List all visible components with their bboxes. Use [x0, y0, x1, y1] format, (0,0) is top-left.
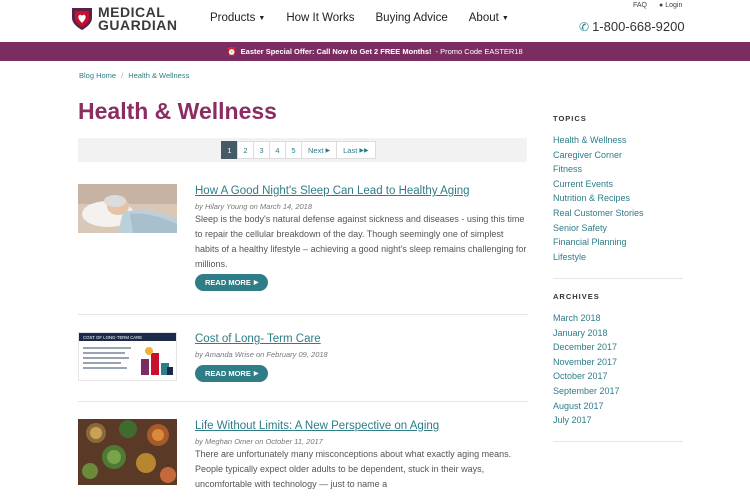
infographic-image: COST OF LONG-TERM CARE [79, 333, 176, 375]
next-label: Next [308, 145, 324, 155]
page-1-button[interactable]: 1 [221, 141, 238, 159]
topic-link[interactable]: Senior Safety [553, 221, 644, 236]
breadcrumb: Blog Home / Health & Wellness [79, 71, 189, 80]
login-link[interactable]: ● Login [659, 2, 682, 9]
post-item: How A Good Night's Sleep Can Lead to Hea… [78, 184, 528, 294]
nav-about-label: About [468, 12, 499, 24]
login-label: Login [665, 2, 683, 9]
archive-link[interactable]: October 2017 [553, 369, 620, 384]
topic-link[interactable]: Real Customer Stories [553, 206, 644, 221]
post-divider [78, 401, 528, 402]
last-label: Last [343, 145, 358, 155]
caret-down-icon: ▼ [258, 15, 266, 22]
topic-link[interactable]: Caregiver Corner [553, 148, 644, 163]
topic-link[interactable]: Current Events [553, 177, 644, 192]
post-title-link[interactable]: How A Good Night's Sleep Can Lead to Hea… [195, 184, 528, 198]
nav-about[interactable]: About ▼ [469, 12, 509, 24]
last-page-button[interactable]: Last ▶▶ [336, 141, 376, 159]
nav-products[interactable]: Products ▼ [210, 12, 265, 24]
page-4-button[interactable]: 4 [269, 141, 286, 159]
topics-heading: TOPICS [553, 114, 587, 123]
archive-link[interactable]: January 2018 [553, 326, 620, 341]
read-more-label: READ MORE [205, 369, 251, 378]
page-5-button[interactable]: 5 [285, 141, 302, 159]
triangle-right-icon: ▶ [253, 280, 259, 286]
site-header: MEDICAL GUARDIAN Products ▼ How It Works … [0, 0, 750, 42]
post-excerpt: There are unfortunately many misconcepti… [195, 449, 512, 489]
breadcrumb-separator: / [121, 71, 124, 80]
post-thumbnail-sleeping-woman[interactable] [78, 184, 177, 233]
page-3-button[interactable]: 3 [253, 141, 270, 159]
read-more-label: READ MORE [205, 278, 251, 287]
logo-line-2: GUARDIAN [98, 17, 178, 33]
post-item: Life Without Limits: A New Perspective o… [78, 419, 528, 499]
read-more-button[interactable]: READ MORE ▶ [195, 365, 269, 382]
phone-label: 1-800-668-9200 [592, 19, 685, 34]
next-page-button[interactable]: Next ▶ [301, 141, 338, 159]
topics-list: Health & Wellness Caregiver Corner Fitne… [553, 133, 644, 264]
faq-link[interactable]: FAQ [633, 2, 647, 9]
breadcrumb-current[interactable]: Health & Wellness [128, 71, 189, 80]
triangle-right-icon: ▶ [325, 147, 331, 154]
post-divider [78, 314, 528, 315]
post-thumbnail-long-term-care[interactable]: COST OF LONG-TERM CARE [78, 332, 177, 381]
thumb-caption: COST OF LONG-TERM CARE [83, 335, 142, 340]
post-meta: by Hilary Young on March 14, 2018 [195, 202, 313, 211]
post-meta: by Amanda Wrise on February 09, 2018 [195, 350, 328, 359]
user-icon: ● [659, 2, 664, 9]
topic-link[interactable]: Fitness [553, 162, 644, 177]
promo-code: - Promo Code EASTER18 [435, 47, 523, 56]
triangle-right-icon: ▶ [253, 371, 259, 377]
page-2-button[interactable]: 2 [237, 141, 254, 159]
archive-link[interactable]: March 2018 [553, 311, 620, 326]
nav-how-it-works-label: How It Works [286, 12, 355, 24]
post-title-link[interactable]: Cost of Long- Term Care [195, 332, 528, 346]
breadcrumb-blog-home[interactable]: Blog Home [79, 71, 116, 80]
sidebar-divider [553, 441, 683, 442]
topic-link[interactable]: Financial Planning [553, 235, 644, 250]
topic-link[interactable]: Health & Wellness [553, 133, 644, 148]
phone-icon: ✆ [579, 19, 590, 34]
promo-banner[interactable]: ⏰ Easter Special Offer: Call Now to Get … [0, 42, 750, 61]
double-triangle-right-icon: ▶▶ [359, 147, 369, 154]
pagination-bar: 1 2 3 4 5 Next ▶ Last ▶▶ [78, 138, 527, 162]
sleeping-woman-image [78, 184, 177, 233]
archive-link[interactable]: August 2017 [553, 399, 620, 414]
shield-heart-icon [72, 8, 92, 30]
promo-offer: Easter Special Offer: Call Now to Get 2 … [240, 47, 432, 56]
caret-down-icon: ▼ [501, 15, 509, 22]
pagination: 1 2 3 4 5 Next ▶ Last ▶▶ [221, 141, 376, 159]
logo[interactable]: MEDICAL GUARDIAN [70, 5, 180, 35]
post-item: COST OF LONG-TERM CARE Cost of Long- Ter… [78, 332, 528, 382]
archive-link[interactable]: July 2017 [553, 413, 620, 428]
page-title: Health & Wellness [78, 98, 277, 124]
nav-how-it-works[interactable]: How It Works [286, 12, 354, 24]
nav-buying-advice[interactable]: Buying Advice [376, 12, 448, 24]
post-meta: by Meghan Omer on October 11, 2017 [195, 437, 323, 446]
read-more-button[interactable]: READ MORE ▶ [195, 274, 269, 291]
post-title-link[interactable]: Life Without Limits: A New Perspective o… [195, 419, 528, 433]
archive-link[interactable]: November 2017 [553, 355, 620, 370]
topic-link[interactable]: Nutrition & Recipes [553, 191, 644, 206]
archives-heading: ARCHIVES [553, 292, 600, 301]
archive-link[interactable]: September 2017 [553, 384, 620, 399]
archive-link[interactable]: December 2017 [553, 340, 620, 355]
post-excerpt: Sleep is the body's natural defense agai… [195, 214, 527, 269]
nav-products-label: Products [210, 12, 256, 24]
post-thumbnail-food-table[interactable] [78, 419, 177, 485]
sidebar-divider [553, 278, 683, 279]
archives-list: March 2018 January 2018 December 2017 No… [553, 311, 620, 428]
topic-link[interactable]: Lifestyle [553, 250, 644, 265]
phone-number[interactable]: ✆ 1-800-668-9200 [579, 19, 685, 34]
food-table-image [78, 419, 177, 485]
alarm-clock-icon: ⏰ [227, 47, 237, 56]
main-nav: Products ▼ How It Works Buying Advice Abo… [210, 12, 530, 24]
utility-links: FAQ ● Login [633, 2, 682, 9]
nav-buying-advice-label: Buying Advice [375, 12, 448, 24]
